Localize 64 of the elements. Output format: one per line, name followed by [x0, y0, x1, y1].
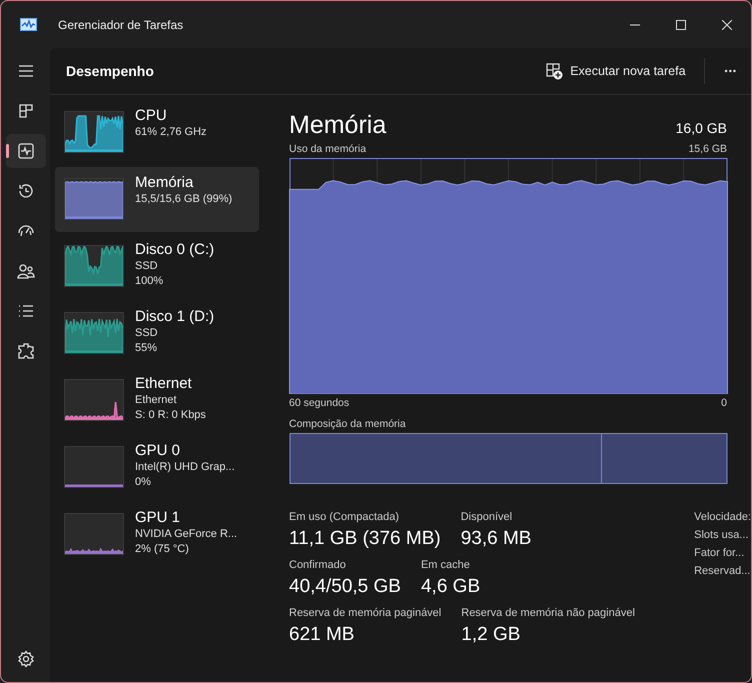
device-detail: SSD: [135, 259, 159, 274]
stat-label: Reserva de memória paginável: [289, 606, 442, 621]
settings-icon: [16, 650, 34, 668]
stat-value: 1,2 GB: [461, 623, 522, 647]
device-item[interactable]: Disco 1 (D:) SSD 55%: [55, 301, 259, 366]
stat-value: 4,6 GB: [420, 575, 480, 599]
device-detail: Ethernet: [135, 393, 178, 408]
stat-label: Reserva de memória não paginável: [461, 606, 635, 621]
maximize-icon[interactable]: [676, 20, 686, 30]
device-detail: 2% (75 °C): [135, 542, 190, 557]
pulse-icon: [16, 142, 34, 160]
device-item[interactable]: Ethernet Ethernet S: 0 R: 0 Kbps: [55, 368, 259, 433]
window-title: Gerenciador de Tarefas: [58, 18, 184, 32]
device-detail: Intel(R) UHD Grap...: [135, 460, 235, 475]
close-icon[interactable]: [722, 20, 732, 30]
device-name: Memória: [135, 173, 194, 192]
stat-label: Disponível: [460, 510, 514, 525]
time-span-label: 60 segundos: [289, 397, 350, 409]
clock-icon: [16, 182, 34, 200]
device-detail: NVIDIA GeForce R...: [135, 527, 238, 542]
device-detail: 55%: [135, 341, 158, 356]
stat-label: Fator for...: [694, 546, 746, 561]
stat-label: Confirmado: [289, 558, 347, 573]
more-button[interactable]: •••: [714, 60, 747, 82]
device-detail: S: 0 R: 0 Kbps: [135, 408, 206, 423]
stat-label: Velocidade:: [694, 510, 751, 525]
device-detail: SSD: [135, 326, 159, 341]
total-memory: 16,0 GB: [676, 120, 727, 136]
device-name: GPU 1: [135, 508, 182, 527]
graph-label: Uso da memória: [289, 143, 366, 155]
nav-item[interactable]: [6, 134, 46, 168]
device-name: Disco 0 (C:): [135, 240, 214, 259]
stat-value: 40,4/50,5 GB: [289, 575, 401, 599]
stat-label: Slots usa...: [694, 528, 750, 543]
puzzle-icon: [16, 342, 34, 360]
device-item[interactable]: GPU 1 NVIDIA GeForce R... 2% (75 °C): [55, 502, 259, 567]
graph-min-label: 0: [721, 397, 727, 409]
device-name: CPU: [135, 106, 168, 125]
new-task-icon: [546, 62, 564, 80]
composition-label: Composição da memória: [289, 418, 407, 430]
users-icon: [16, 262, 34, 280]
stat-value: 621 MB: [289, 623, 356, 647]
device-item[interactable]: CPU 61% 2,76 GHz: [55, 100, 259, 165]
device-name: Disco 1 (D:): [135, 307, 214, 326]
stat-label: Reservad...: [694, 564, 751, 579]
stat-value: 93,6 MB: [460, 527, 532, 551]
device-name: Ethernet: [135, 374, 193, 393]
section-title: Memória: [289, 111, 386, 140]
device-detail: 100%: [135, 274, 164, 289]
run-task-button[interactable]: Executar nova tarefa: [542, 56, 690, 86]
device-item[interactable]: Memória 15,5/15,6 GB (99%): [55, 167, 259, 232]
stat-label: Em cache: [420, 558, 471, 573]
grid-icon: [16, 102, 34, 120]
app-icon: [20, 18, 37, 31]
stat-label: Em uso (Compactada): [289, 510, 400, 525]
device-name: GPU 0: [135, 441, 182, 460]
device-item[interactable]: GPU 0 Intel(R) UHD Grap... 0%: [55, 435, 259, 500]
device-detail: 15,5/15,6 GB (99%): [135, 192, 232, 207]
device-detail: 61% 2,76 GHz: [135, 125, 207, 140]
stat-value: 11,1 GB (376 MB): [289, 527, 441, 551]
device-item[interactable]: Disco 0 (C:) SSD 100%: [55, 234, 259, 299]
graph-max-label: 15,6 GB: [688, 143, 727, 155]
page-title: Desempenho: [66, 63, 154, 79]
device-detail: 0%: [135, 475, 152, 490]
